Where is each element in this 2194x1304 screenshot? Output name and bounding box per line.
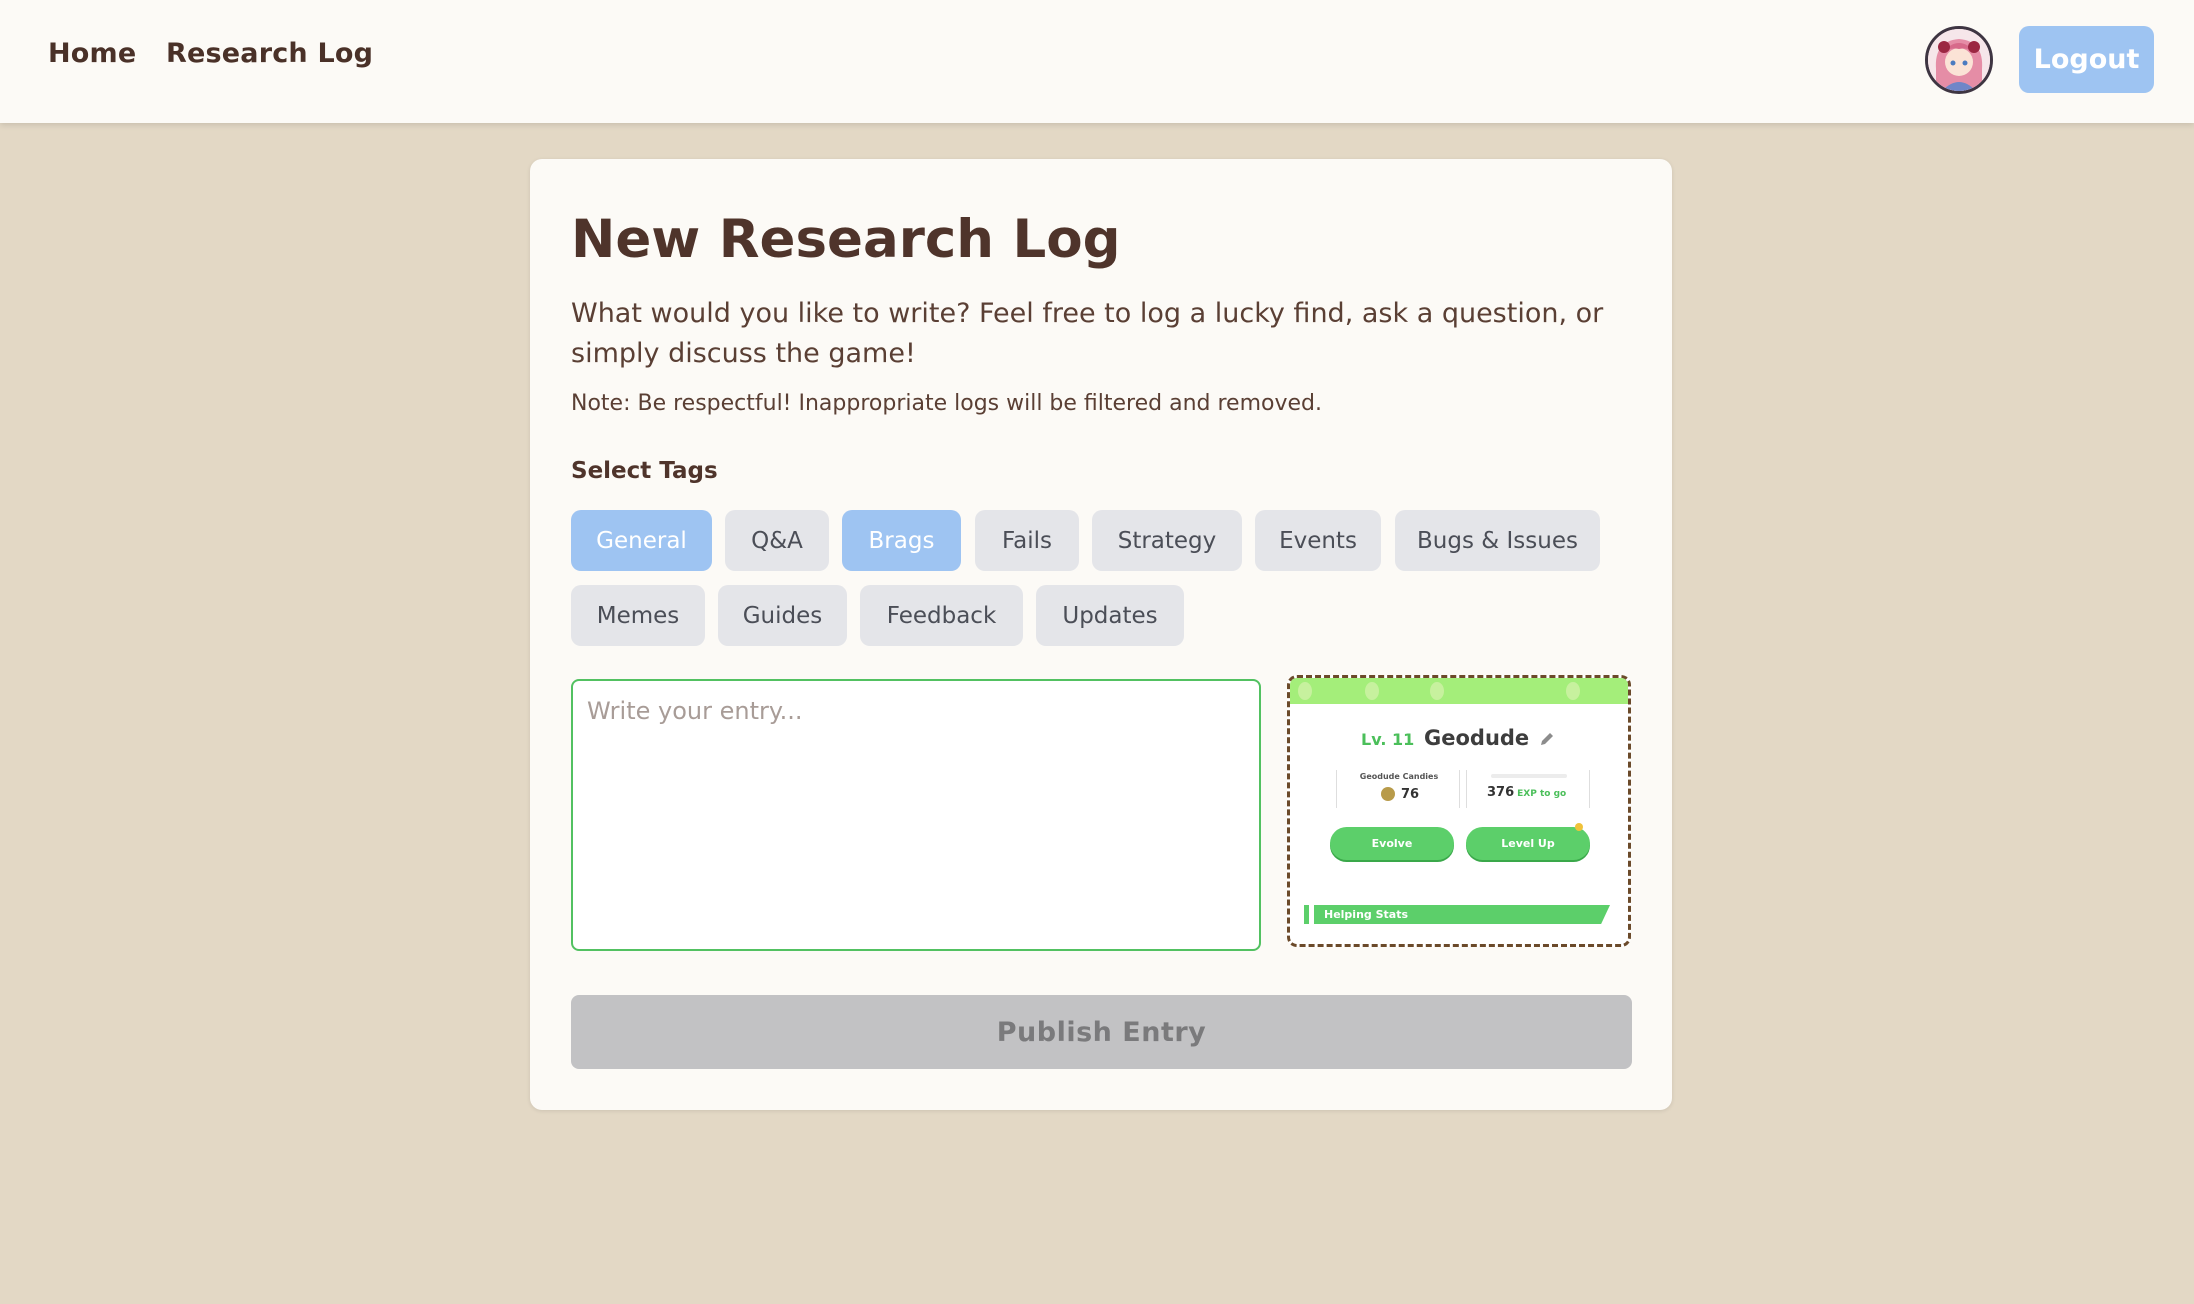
preview-exp: 376 EXP to go — [1487, 785, 1566, 800]
preview-decor-dot — [1566, 682, 1580, 700]
candy-icon — [1381, 787, 1395, 801]
nav-home-link[interactable]: Home — [48, 38, 136, 69]
preview-decor-dot — [1298, 682, 1312, 700]
avatar-icon — [1928, 29, 1990, 91]
logout-button[interactable]: Logout — [2019, 26, 2154, 93]
top-nav-bar: Home Research Log Logout — [0, 0, 2194, 123]
tag-updates[interactable]: Updates — [1036, 585, 1184, 646]
attached-screenshot-preview[interactable]: Lv. 11 Geodude Geodude Candies 76 376 EXP… — [1287, 675, 1631, 947]
preview-evolve-button: Evolve — [1330, 827, 1454, 860]
preview-exp-suffix: EXP to go — [1517, 789, 1567, 799]
preview-decor-dot — [1430, 682, 1444, 700]
preview-candies-box: Geodude Candies 76 — [1336, 770, 1460, 808]
preview-exp-value: 376 — [1487, 785, 1515, 800]
tag-events[interactable]: Events — [1255, 510, 1381, 571]
preview-candies-value: 76 — [1401, 787, 1420, 802]
preview-level: Lv. 11 — [1361, 730, 1415, 749]
entry-textarea[interactable] — [571, 679, 1261, 951]
tag-fails[interactable]: Fails — [975, 510, 1079, 571]
publish-entry-button[interactable]: Publish Entry — [571, 995, 1632, 1069]
tag-memes[interactable]: Memes — [571, 585, 705, 646]
preview-decor-dot — [1365, 682, 1379, 700]
nav-research-log-link[interactable]: Research Log — [166, 38, 373, 69]
tag-strategy[interactable]: Strategy — [1092, 510, 1242, 571]
page-description: What would you like to write? Feel free … — [571, 298, 1604, 369]
preview-stats-marker — [1304, 905, 1309, 924]
pencil-icon — [1541, 733, 1553, 745]
preview-exp-bar — [1491, 774, 1567, 778]
tag-feedback[interactable]: Feedback — [860, 585, 1023, 646]
user-avatar[interactable] — [1925, 26, 1993, 94]
preview-exp-box: 376 EXP to go — [1466, 770, 1590, 808]
preview-level-up-button: Level Up — [1466, 827, 1590, 860]
preview-candies-label: Geodude Candies — [1359, 772, 1439, 781]
tag-guides[interactable]: Guides — [718, 585, 847, 646]
notification-dot-icon — [1575, 823, 1583, 831]
preview-pokemon-name: Geodude — [1424, 726, 1530, 750]
tag-general[interactable]: General — [571, 510, 712, 571]
page-title: New Research Log — [571, 209, 1121, 270]
tag-brags[interactable]: Brags — [842, 510, 961, 571]
new-log-card: New Research Log What would you like to … — [530, 159, 1672, 1110]
tags-label: Select Tags — [571, 458, 718, 484]
preview-helping-stats: Helping Stats — [1314, 905, 1610, 924]
tag-bugs-issues[interactable]: Bugs & Issues — [1395, 510, 1600, 571]
tag-qa[interactable]: Q&A — [725, 510, 829, 571]
respect-note: Note: Be respectful! Inappropriate logs … — [571, 391, 1322, 416]
